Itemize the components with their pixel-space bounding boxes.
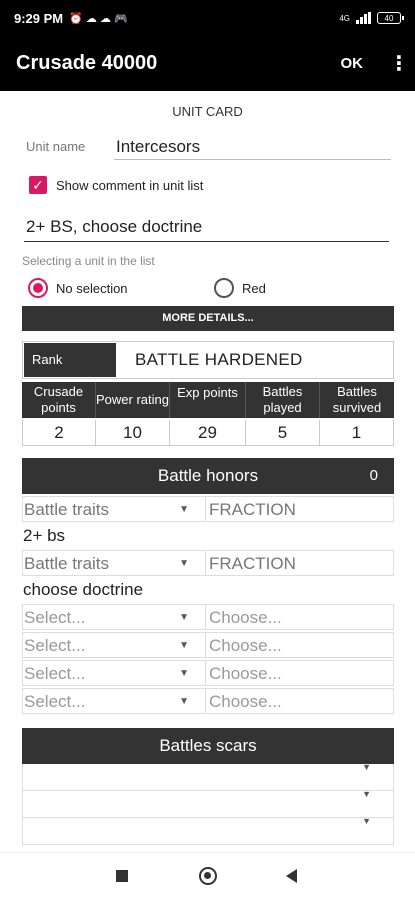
stat-battles-played[interactable]: 5 <box>246 420 320 446</box>
recents-icon[interactable] <box>116 870 128 882</box>
unit-name-label: Unit name <box>26 139 86 154</box>
stats-header-battles-survived: Battles survived <box>332 384 382 415</box>
honor-select[interactable]: Select... ▼ <box>24 689 206 714</box>
stat-exp-points[interactable]: 29 <box>170 420 246 446</box>
honor-fraction[interactable]: FRACTION <box>209 497 296 522</box>
status-bar: 9:29 PM ⏰ ☁ ☁ 🎮 4G 40 <box>0 0 415 36</box>
honor-note[interactable]: 2+ bs <box>23 526 65 546</box>
radio-no-selection[interactable] <box>28 278 48 298</box>
radio-red[interactable] <box>214 278 234 298</box>
honor-row-empty: Select... ▼ Choose... <box>22 688 394 714</box>
radio-red-label[interactable]: Red <box>242 281 266 296</box>
status-time: 9:29 PM <box>14 10 64 26</box>
battle-honors-header: Battle honors 0 <box>22 458 394 494</box>
battle-scars-header: Battles scars <box>22 728 394 764</box>
honor-row: Battle traits ▼ FRACTION <box>22 496 394 522</box>
honor-fraction[interactable]: FRACTION <box>209 551 296 576</box>
stats-header-power-rating: Power rating <box>96 382 170 418</box>
selection-radio-group: No selection Red <box>28 278 388 300</box>
ok-button[interactable]: OK <box>341 55 364 72</box>
honor-type-select[interactable]: Battle traits ▼ <box>24 551 206 576</box>
honor-select-placeholder: Select... <box>24 608 86 627</box>
honor-select[interactable]: Select... ▼ <box>24 605 206 630</box>
dropdown-arrow-icon: ▼ <box>179 558 189 569</box>
stat-crusade-points[interactable]: 2 <box>22 420 96 446</box>
app-title: Crusade 40000 <box>16 52 158 74</box>
stat-battles-survived[interactable]: 1 <box>320 420 394 446</box>
rank-value[interactable]: BATTLE HARDENED <box>135 342 303 378</box>
card-title: UNIT CARD <box>172 104 243 119</box>
honor-choose[interactable]: Choose... <box>209 689 282 714</box>
honor-choose[interactable]: Choose... <box>209 661 282 686</box>
unit-name-input[interactable] <box>114 134 391 160</box>
honor-type-select[interactable]: Battle traits ▼ <box>24 497 206 522</box>
show-comment-label[interactable]: Show comment in unit list <box>56 178 203 193</box>
network-label: 4G <box>339 13 350 23</box>
honor-row-empty: Select... ▼ Choose... <box>22 632 394 658</box>
more-details-button[interactable]: MORE DETAILS... <box>22 306 394 331</box>
honor-select-placeholder: Select... <box>24 636 86 655</box>
stats-header: Crusade points Power rating Exp points B… <box>22 382 394 418</box>
battle-honors-title: Battle honors <box>157 466 259 485</box>
dropdown-arrow-icon: ▼ <box>362 789 371 799</box>
honor-row: Battle traits ▼ FRACTION <box>22 550 394 576</box>
honor-select-placeholder: Select... <box>24 664 86 683</box>
honor-choose[interactable]: Choose... <box>209 605 282 630</box>
honor-select[interactable]: Select... ▼ <box>24 661 206 686</box>
home-icon[interactable] <box>199 867 217 885</box>
show-comment-row[interactable]: ✓ Show comment in unit list <box>29 176 203 194</box>
rank-row: Rank BATTLE HARDENED <box>22 341 394 379</box>
scar-row[interactable]: ▼ <box>22 789 394 818</box>
stats-values: 2 10 29 5 1 <box>22 420 394 446</box>
dropdown-arrow-icon: ▼ <box>179 696 189 707</box>
honor-type-value: Battle traits <box>24 554 110 573</box>
battery-icon: 40 <box>377 12 404 24</box>
honor-note[interactable]: choose doctrine <box>23 580 143 600</box>
honor-type-value: Battle traits <box>24 500 110 519</box>
honor-select[interactable]: Select... ▼ <box>24 633 206 658</box>
back-icon[interactable] <box>286 869 297 883</box>
radio-no-selection-label[interactable]: No selection <box>56 281 128 296</box>
honor-row-empty: Select... ▼ Choose... <box>22 604 394 630</box>
notification-icons: ⏰ ☁ ☁ 🎮 <box>69 12 128 25</box>
stats-header-crusade-points: Crusade points <box>22 382 96 418</box>
dropdown-arrow-icon: ▼ <box>362 816 371 826</box>
honor-row-empty: Select... ▼ Choose... <box>22 660 394 686</box>
app-bar: Crusade 40000 OK ⋮ <box>0 36 415 91</box>
stats-header-battles-played: Battles played <box>246 382 320 418</box>
system-nav-bar <box>0 852 415 900</box>
comment-field[interactable]: 2+ BS, choose doctrine <box>24 214 389 242</box>
scar-row[interactable]: ▼ <box>22 762 394 791</box>
dropdown-arrow-icon: ▼ <box>179 668 189 679</box>
show-comment-checkbox[interactable]: ✓ <box>29 176 47 194</box>
selecting-label: Selecting a unit in the list <box>22 254 155 268</box>
unit-name-row: Unit name <box>26 134 391 160</box>
dropdown-arrow-icon: ▼ <box>179 504 189 515</box>
stats-header-exp-points: Exp points <box>170 382 246 418</box>
signal-icon <box>356 12 371 24</box>
dropdown-arrow-icon: ▼ <box>179 640 189 651</box>
rank-label: Rank <box>24 343 116 377</box>
stat-power-rating[interactable]: 10 <box>96 420 170 446</box>
honor-select-placeholder: Select... <box>24 692 86 711</box>
scar-row[interactable]: ▼ <box>22 816 394 845</box>
battle-scars-title: Battles scars <box>159 736 257 755</box>
honor-choose[interactable]: Choose... <box>209 633 282 658</box>
battle-honors-count: 0 <box>369 467 378 484</box>
dropdown-arrow-icon: ▼ <box>362 762 371 772</box>
more-options-icon[interactable]: ⋮ <box>389 54 409 74</box>
dropdown-arrow-icon: ▼ <box>179 612 189 623</box>
